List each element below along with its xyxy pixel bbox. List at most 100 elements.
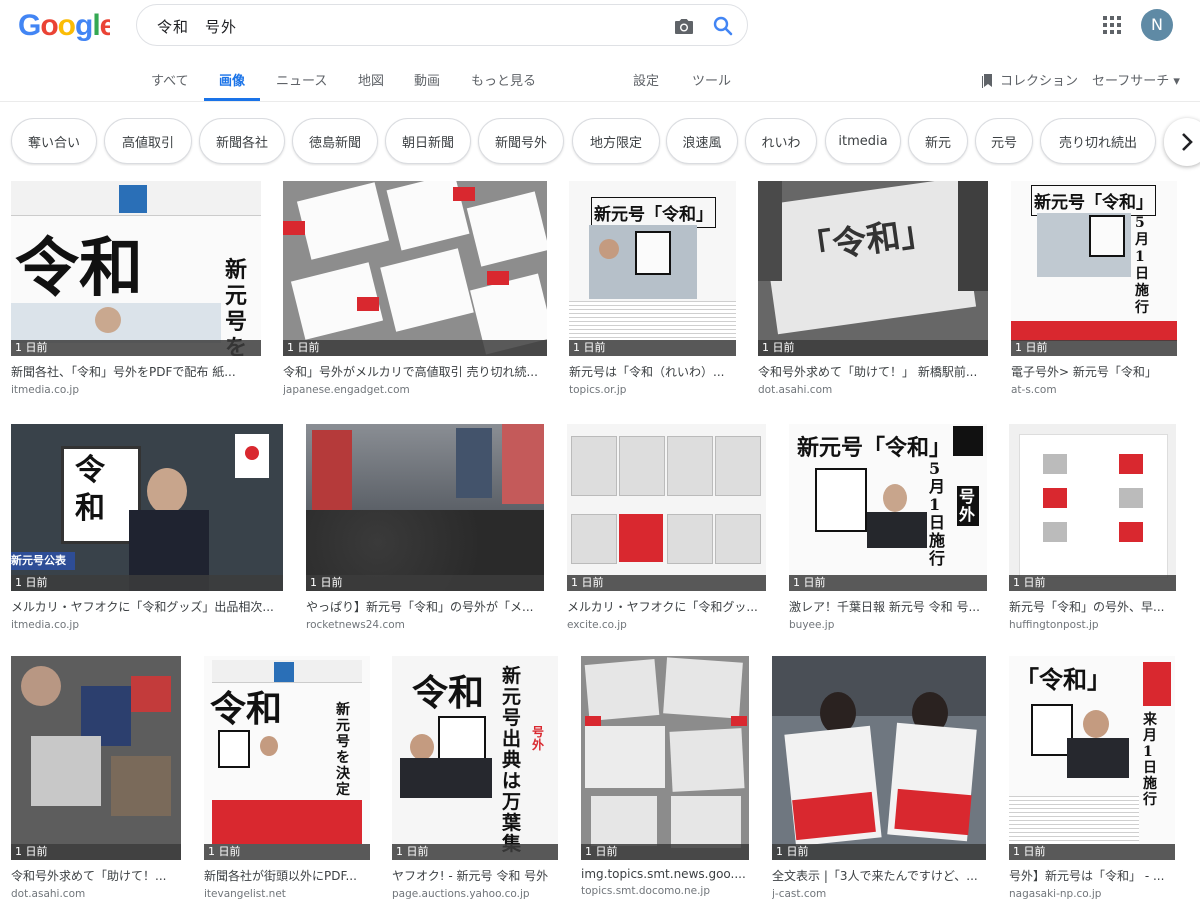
result-title[interactable]: やっぱり】新元号「令和」の号外が「メ... [306, 598, 544, 615]
result-source[interactable]: dot.asahi.com [11, 888, 181, 900]
search-box[interactable]: 令和 号外 [136, 4, 748, 46]
result-thumbnail[interactable]: 新元号「令和」 1 日前 [569, 181, 736, 356]
result-source[interactable]: nagasaki-np.co.jp [1009, 888, 1175, 900]
search-icon[interactable] [711, 14, 735, 38]
result-title[interactable]: 号外】新元号は「令和」 - ... [1009, 867, 1175, 884]
tab-settings[interactable]: 設定 [633, 70, 659, 89]
image-result[interactable]: 新元号「令和」 5月1日施行 号外 1 日前 激レア！千葉日報 新元号 令和 号… [789, 424, 987, 631]
image-result[interactable]: 令和 新元号 出典は万葉集 号外 1 日前 ヤフオク! - 新元号 令和 号外 … [392, 656, 558, 900]
image-result[interactable]: 新元号「令和」 1 日前 新元号は「令和（れいわ）... topics.or.j… [569, 181, 736, 396]
chip[interactable]: 売り切れ続出 [1040, 118, 1156, 164]
svg-text:Google: Google [18, 9, 110, 42]
chips-next-button[interactable] [1164, 118, 1200, 166]
image-result[interactable]: 新元号「令和」 5月1日施行 1 日前 電子号外> 新元号「令和」 at-s.c… [1011, 181, 1177, 396]
image-result[interactable]: 1 日前 令和」号外がメルカリで高値取引 売り切れ続... japanese.e… [283, 181, 547, 396]
result-thumbnail[interactable]: 新元号「令和」 5月1日施行 1 日前 [1011, 181, 1177, 356]
image-result[interactable]: 1 日前 全文表示 |「3人で来たんですけど、... j-cast.com [772, 656, 986, 900]
image-result[interactable]: 「令和」 1 日前 令和号外求めて「助けて！」 新橋駅前... dot.asah… [758, 181, 988, 396]
result-source[interactable]: japanese.engadget.com [283, 384, 547, 396]
result-title[interactable]: ヤフオク! - 新元号 令和 号外 [392, 867, 558, 884]
result-age: 1 日前 [772, 844, 986, 860]
result-source[interactable]: itmedia.co.jp [11, 384, 261, 396]
chip[interactable]: 奪い合い [11, 118, 97, 164]
result-thumbnail[interactable]: 令和 新元号を決定 1 日前 [204, 656, 370, 860]
result-thumbnail[interactable]: 令和 新元号を決定 1 日前 [11, 181, 261, 356]
result-source[interactable]: itevangelist.net [204, 888, 370, 900]
chip[interactable]: 地方限定 [572, 118, 660, 164]
result-source[interactable]: at-s.com [1011, 384, 1177, 396]
result-source[interactable]: huffingtonpost.jp [1009, 619, 1176, 631]
result-title[interactable]: メルカリ・ヤフオクに「令和グッ... [567, 598, 766, 615]
result-title[interactable]: 全文表示 |「3人で来たんですけど、... [772, 867, 986, 884]
result-title[interactable]: 令和号外求めて「助けて！... [11, 867, 181, 884]
chip[interactable]: itmedia [825, 118, 901, 164]
image-result[interactable]: 令和 新元号公表 1 日前 メルカリ・ヤフオクに「令和グッズ」出品相次... i… [11, 424, 283, 631]
result-thumbnail[interactable]: 令和 新元号公表 1 日前 [11, 424, 283, 591]
result-title[interactable]: メルカリ・ヤフオクに「令和グッズ」出品相次... [11, 598, 283, 615]
result-thumbnail[interactable]: 令和 新元号 出典は万葉集 号外 1 日前 [392, 656, 558, 860]
result-thumbnail[interactable]: 新元号「令和」 5月1日施行 号外 1 日前 [789, 424, 987, 591]
result-title[interactable]: 新元号は「令和（れいわ）... [569, 363, 736, 380]
tab-maps[interactable]: 地図 [358, 70, 384, 89]
result-source[interactable]: buyee.jp [789, 619, 987, 631]
account-avatar[interactable]: N [1141, 9, 1173, 41]
image-result[interactable]: 1 日前 img.topics.smt.news.goo.... topics.… [581, 656, 749, 897]
result-age: 1 日前 [11, 844, 181, 860]
result-thumbnail[interactable]: 1 日前 [11, 656, 181, 860]
search-input[interactable]: 令和 号外 [157, 16, 237, 37]
tab-tools[interactable]: ツール [692, 70, 731, 89]
image-result[interactable]: 1 日前 令和号外求めて「助けて！... dot.asahi.com [11, 656, 181, 900]
result-source[interactable]: page.auctions.yahoo.co.jp [392, 888, 558, 900]
result-source[interactable]: j-cast.com [772, 888, 986, 900]
chip[interactable]: 朝日新聞 [385, 118, 471, 164]
result-title[interactable]: 令和号外求めて「助けて！」 新橋駅前... [758, 363, 988, 380]
collections-link[interactable]: コレクション [982, 70, 1078, 89]
tab-all[interactable]: すべて [151, 70, 189, 89]
result-source[interactable]: itmedia.co.jp [11, 619, 283, 631]
result-source[interactable]: topics.or.jp [569, 384, 736, 396]
tab-images[interactable]: 画像 [219, 70, 245, 89]
result-title[interactable]: 新聞各社が街頭以外にPDF... [204, 867, 370, 884]
result-title[interactable]: 新元号「令和」の号外、早... [1009, 598, 1176, 615]
result-thumbnail[interactable]: 1 日前 [772, 656, 986, 860]
chip[interactable]: れいわ [745, 118, 817, 164]
image-result[interactable]: 1 日前 新元号「令和」の号外、早... huffingtonpost.jp [1009, 424, 1176, 631]
result-title[interactable]: 令和」号外がメルカリで高値取引 売り切れ続... [283, 363, 547, 380]
tab-more[interactable]: もっと見る [471, 70, 536, 89]
result-thumbnail[interactable]: 「令和」 1 日前 [758, 181, 988, 356]
headline-text: 「令和」 [1015, 665, 1111, 694]
result-title[interactable]: 激レア！千葉日報 新元号 令和 号... [789, 598, 987, 615]
google-logo[interactable]: Google [18, 8, 110, 42]
chip[interactable]: 元号 [975, 118, 1033, 164]
apps-grid-icon[interactable] [1103, 16, 1121, 34]
chip[interactable]: 高値取引 [104, 118, 192, 164]
result-thumbnail[interactable]: 1 日前 [581, 656, 749, 860]
chip[interactable]: 新聞各社 [199, 118, 285, 164]
chip[interactable]: 新元 [908, 118, 968, 164]
chip[interactable]: 浪速風 [666, 118, 738, 164]
result-source[interactable]: dot.asahi.com [758, 384, 988, 396]
result-title[interactable]: 新聞各社、「令和」号外をPDFで配布 紙... [11, 363, 261, 380]
tab-news[interactable]: ニュース [276, 70, 327, 89]
camera-icon[interactable] [672, 14, 696, 38]
image-result[interactable]: 「令和」 来月1日施行 1 日前 号外】新元号は「令和」 - ... nagas… [1009, 656, 1175, 900]
result-source[interactable]: topics.smt.docomo.ne.jp [581, 885, 749, 897]
result-source[interactable]: rocketnews24.com [306, 619, 544, 631]
image-result[interactable]: 令和 新元号を決定 1 日前 新聞各社、「令和」号外をPDFで配布 紙... i… [11, 181, 261, 396]
result-thumbnail[interactable]: 「令和」 来月1日施行 1 日前 [1009, 656, 1175, 860]
result-age: 1 日前 [306, 575, 544, 591]
chip[interactable]: 新聞号外 [478, 118, 564, 164]
image-result[interactable]: 令和 新元号を決定 1 日前 新聞各社が街頭以外にPDF... itevange… [204, 656, 370, 900]
result-thumbnail[interactable]: 1 日前 [283, 181, 547, 356]
result-thumbnail[interactable]: 1 日前 [306, 424, 544, 591]
result-title[interactable]: 電子号外> 新元号「令和」 [1011, 363, 1177, 380]
tab-videos[interactable]: 動画 [414, 70, 440, 89]
result-source[interactable]: excite.co.jp [567, 619, 766, 631]
image-result[interactable]: 1 日前 やっぱり】新元号「令和」の号外が「メ... rocketnews24.… [306, 424, 544, 631]
chip[interactable]: 徳島新聞 [292, 118, 378, 164]
image-result[interactable]: 1 日前 メルカリ・ヤフオクに「令和グッ... excite.co.jp [567, 424, 766, 631]
result-title[interactable]: img.topics.smt.news.goo.... [581, 867, 749, 881]
safesearch-menu[interactable]: セーフサーチ ▾ [1092, 70, 1180, 89]
result-thumbnail[interactable]: 1 日前 [1009, 424, 1176, 591]
result-thumbnail[interactable]: 1 日前 [567, 424, 766, 591]
